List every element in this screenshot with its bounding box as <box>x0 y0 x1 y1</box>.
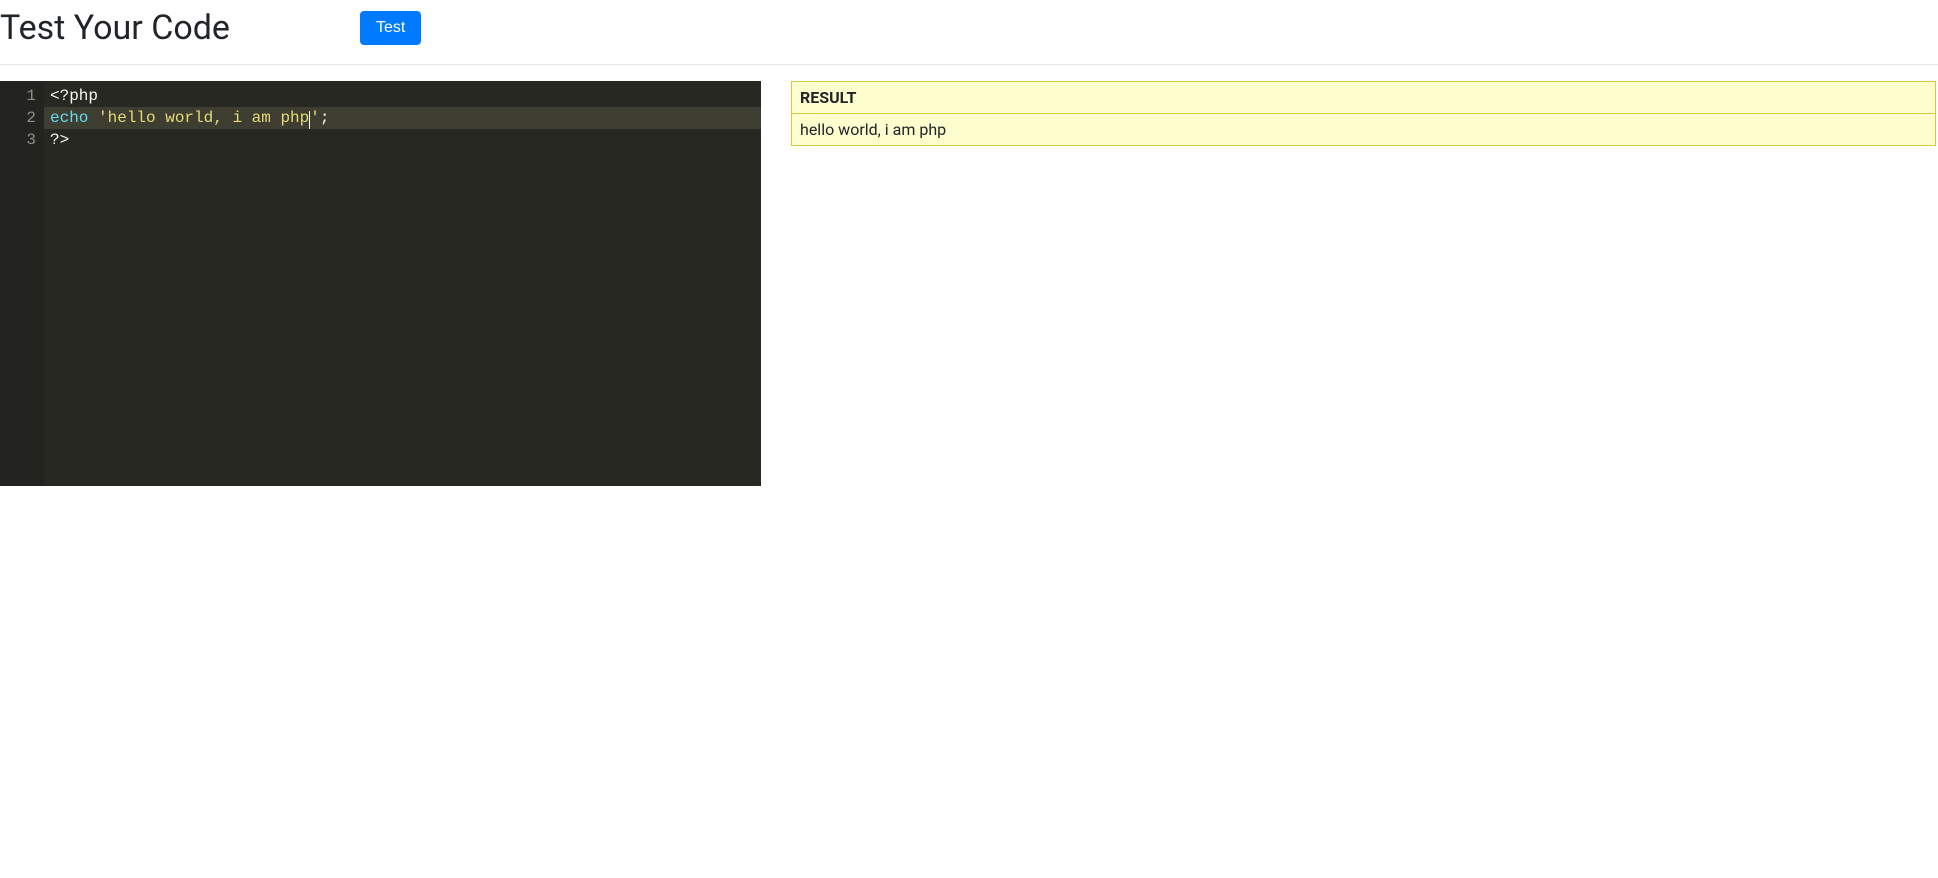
gutter-line-number: 1 <box>12 85 36 107</box>
result-box: RESULT hello world, i am php <box>791 81 1936 146</box>
gutter-line-number: 3 <box>12 129 36 151</box>
code-line[interactable]: ?> <box>50 129 755 151</box>
code-token: <?php <box>50 87 98 105</box>
code-token: ; <box>320 109 330 127</box>
editor-code-area[interactable]: <?php echo 'hello world, i am php'; ?> <box>44 81 761 486</box>
result-body: hello world, i am php <box>792 114 1935 145</box>
result-header: RESULT <box>792 82 1935 114</box>
code-token: 'hello world, i am php <box>98 109 309 127</box>
code-line[interactable]: echo 'hello world, i am php'; <box>44 107 761 129</box>
header: Test Your Code Test <box>0 0 1938 65</box>
code-token: ' <box>310 109 320 127</box>
code-token: ?> <box>50 131 69 149</box>
code-line[interactable]: <?php <box>50 85 755 107</box>
editor-gutter: 123 <box>0 81 44 486</box>
gutter-line-number: 2 <box>12 107 36 129</box>
result-panel: RESULT hello world, i am php <box>791 81 1936 486</box>
code-token <box>88 109 98 127</box>
code-editor[interactable]: 123 <?php echo 'hello world, i am php'; ?> <box>0 81 761 486</box>
code-token: echo <box>50 109 88 127</box>
test-button[interactable]: Test <box>360 11 421 45</box>
main-content: 123 <?php echo 'hello world, i am php'; ?>… <box>0 81 1938 486</box>
page-title: Test Your Code <box>0 8 230 48</box>
